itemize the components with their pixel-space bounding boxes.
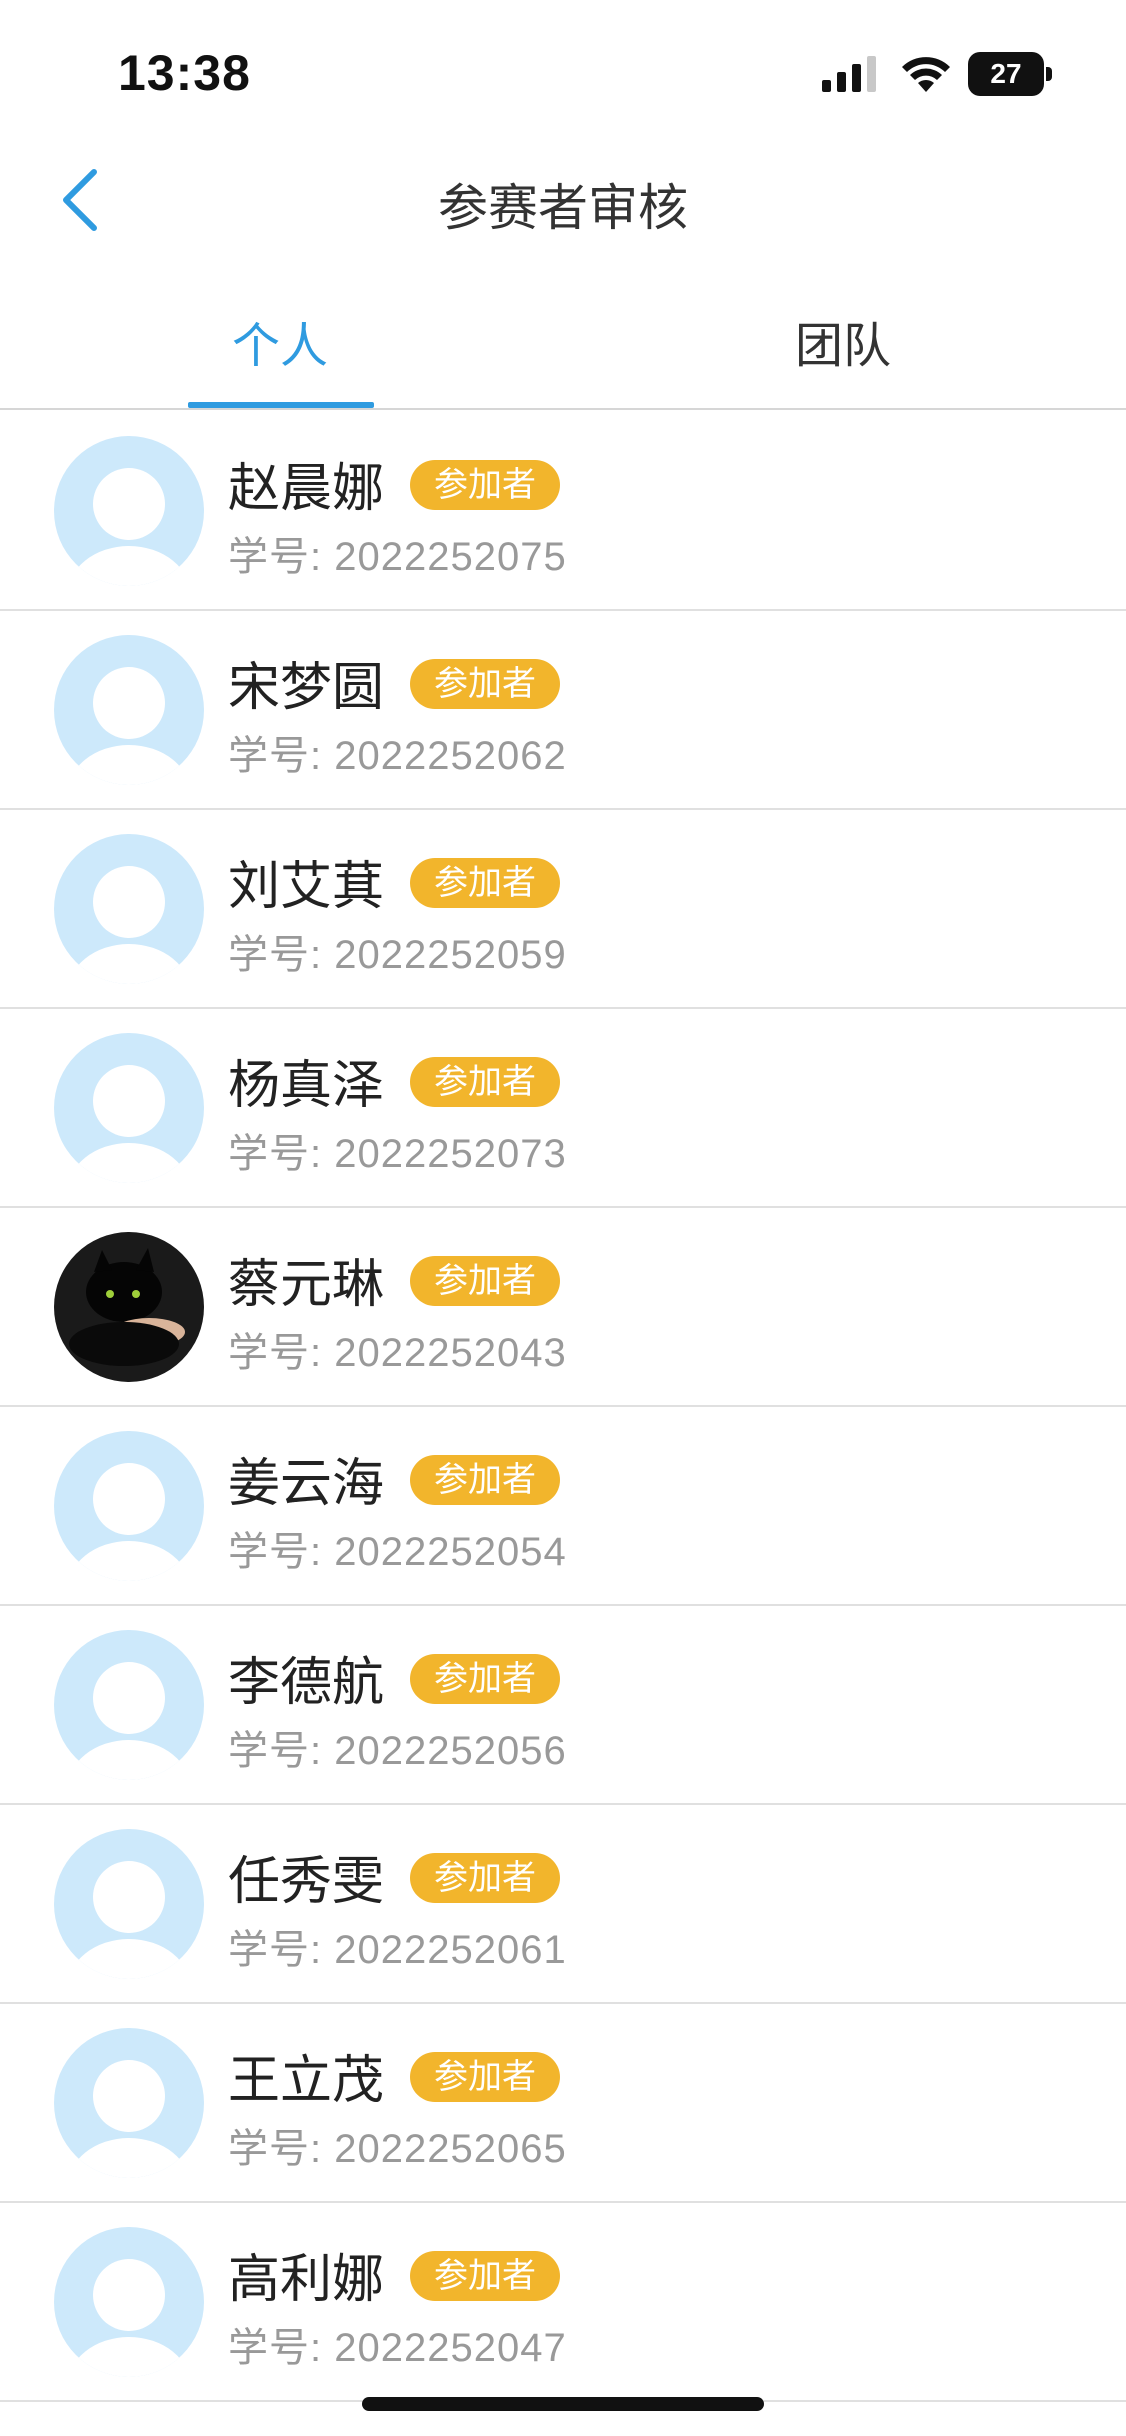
avatar xyxy=(54,1630,204,1780)
participant-name: 宋梦圆 xyxy=(228,658,385,718)
participant-row[interactable]: 任秀雯 参加者 学号: 2022252061 xyxy=(0,1805,1126,2004)
home-indicator xyxy=(362,2397,764,2411)
wifi-icon xyxy=(902,57,950,92)
cellular-signal-icon xyxy=(822,56,876,92)
participant-row[interactable]: 赵晨娜 参加者 学号: 2022252075 xyxy=(0,412,1126,611)
participant-name: 杨真泽 xyxy=(228,1056,385,1116)
avatar xyxy=(54,2227,204,2377)
default-avatar-icon xyxy=(54,1630,204,1780)
default-avatar-icon xyxy=(54,1829,204,1979)
tab-individual[interactable]: 个人 xyxy=(130,290,430,410)
participant-name: 蔡元琳 xyxy=(228,1255,385,1315)
status-time: 13:38 xyxy=(118,45,251,101)
tab-team[interactable]: 团队 xyxy=(693,290,993,410)
participant-row[interactable]: 王立茂 参加者 学号: 2022252065 xyxy=(0,2004,1126,2203)
student-id: 学号: 2022252065 xyxy=(228,2127,567,2171)
student-id: 学号: 2022252062 xyxy=(228,734,567,778)
role-badge: 参加者 xyxy=(410,1256,560,1306)
default-avatar-icon xyxy=(54,436,204,586)
student-id: 学号: 2022252061 xyxy=(228,1928,567,1972)
avatar xyxy=(54,635,204,785)
participant-row[interactable]: 高利娜 参加者 学号: 2022252047 xyxy=(0,2203,1126,2402)
battery-icon: 27 xyxy=(968,52,1052,96)
participant-row[interactable]: 刘艾萁 参加者 学号: 2022252059 xyxy=(0,810,1126,1009)
student-id: 学号: 2022252054 xyxy=(228,1530,567,1574)
participant-row[interactable]: 李德航 参加者 学号: 2022252056 xyxy=(0,1606,1126,1805)
participant-row[interactable]: 杨真泽 参加者 学号: 2022252073 xyxy=(0,1009,1126,1208)
avatar xyxy=(54,1033,204,1183)
role-badge: 参加者 xyxy=(410,460,560,510)
student-id: 学号: 2022252043 xyxy=(228,1331,567,1375)
default-avatar-icon xyxy=(54,2227,204,2377)
default-avatar-icon xyxy=(54,1033,204,1183)
default-avatar-icon xyxy=(54,834,204,984)
student-id: 学号: 2022252059 xyxy=(228,933,567,977)
role-badge: 参加者 xyxy=(410,858,560,908)
participant-name: 高利娜 xyxy=(228,2250,385,2310)
avatar xyxy=(54,436,204,586)
role-badge: 参加者 xyxy=(410,659,560,709)
battery-level: 27 xyxy=(990,58,1022,89)
student-id: 学号: 2022252073 xyxy=(228,1132,567,1176)
default-avatar-icon xyxy=(54,2028,204,2178)
participant-list: 赵晨娜 参加者 学号: 2022252075 宋梦圆 参加者 学号: 20222… xyxy=(0,412,1126,2402)
status-bar: 13:38 27 xyxy=(0,0,1126,130)
avatar xyxy=(54,1829,204,1979)
participant-row[interactable]: 宋梦圆 参加者 学号: 2022252062 xyxy=(0,611,1126,810)
avatar xyxy=(54,1232,204,1382)
avatar xyxy=(54,2028,204,2178)
participant-name: 任秀雯 xyxy=(228,1852,385,1912)
role-badge: 参加者 xyxy=(410,1057,560,1107)
tab-bar: 个人 团队 xyxy=(0,290,1126,410)
default-avatar-icon xyxy=(54,635,204,785)
student-id: 学号: 2022252047 xyxy=(228,2326,567,2370)
role-badge: 参加者 xyxy=(410,2251,560,2301)
participant-name: 李德航 xyxy=(228,1653,385,1713)
role-badge: 参加者 xyxy=(410,1455,560,1505)
participant-name: 赵晨娜 xyxy=(228,459,385,519)
avatar xyxy=(54,834,204,984)
active-tab-indicator xyxy=(188,402,374,408)
default-avatar-icon xyxy=(54,1431,204,1581)
participant-row[interactable]: 姜云海 参加者 学号: 2022252054 xyxy=(0,1407,1126,1606)
role-badge: 参加者 xyxy=(410,1654,560,1704)
participant-name: 姜云海 xyxy=(228,1454,385,1514)
role-badge: 参加者 xyxy=(410,1853,560,1903)
page-title: 参赛者审核 xyxy=(438,179,688,237)
participant-name: 刘艾萁 xyxy=(228,857,385,917)
nav-bar: 参赛者审核 xyxy=(0,140,1126,260)
black-cat-photo-icon xyxy=(54,1232,204,1382)
student-id: 学号: 2022252075 xyxy=(228,535,567,579)
role-badge: 参加者 xyxy=(410,2052,560,2102)
student-id: 学号: 2022252056 xyxy=(228,1729,567,1773)
participant-row[interactable]: 蔡元琳 参加者 学号: 2022252043 xyxy=(0,1208,1126,1407)
participant-name: 王立茂 xyxy=(228,2051,385,2111)
avatar xyxy=(54,1431,204,1581)
